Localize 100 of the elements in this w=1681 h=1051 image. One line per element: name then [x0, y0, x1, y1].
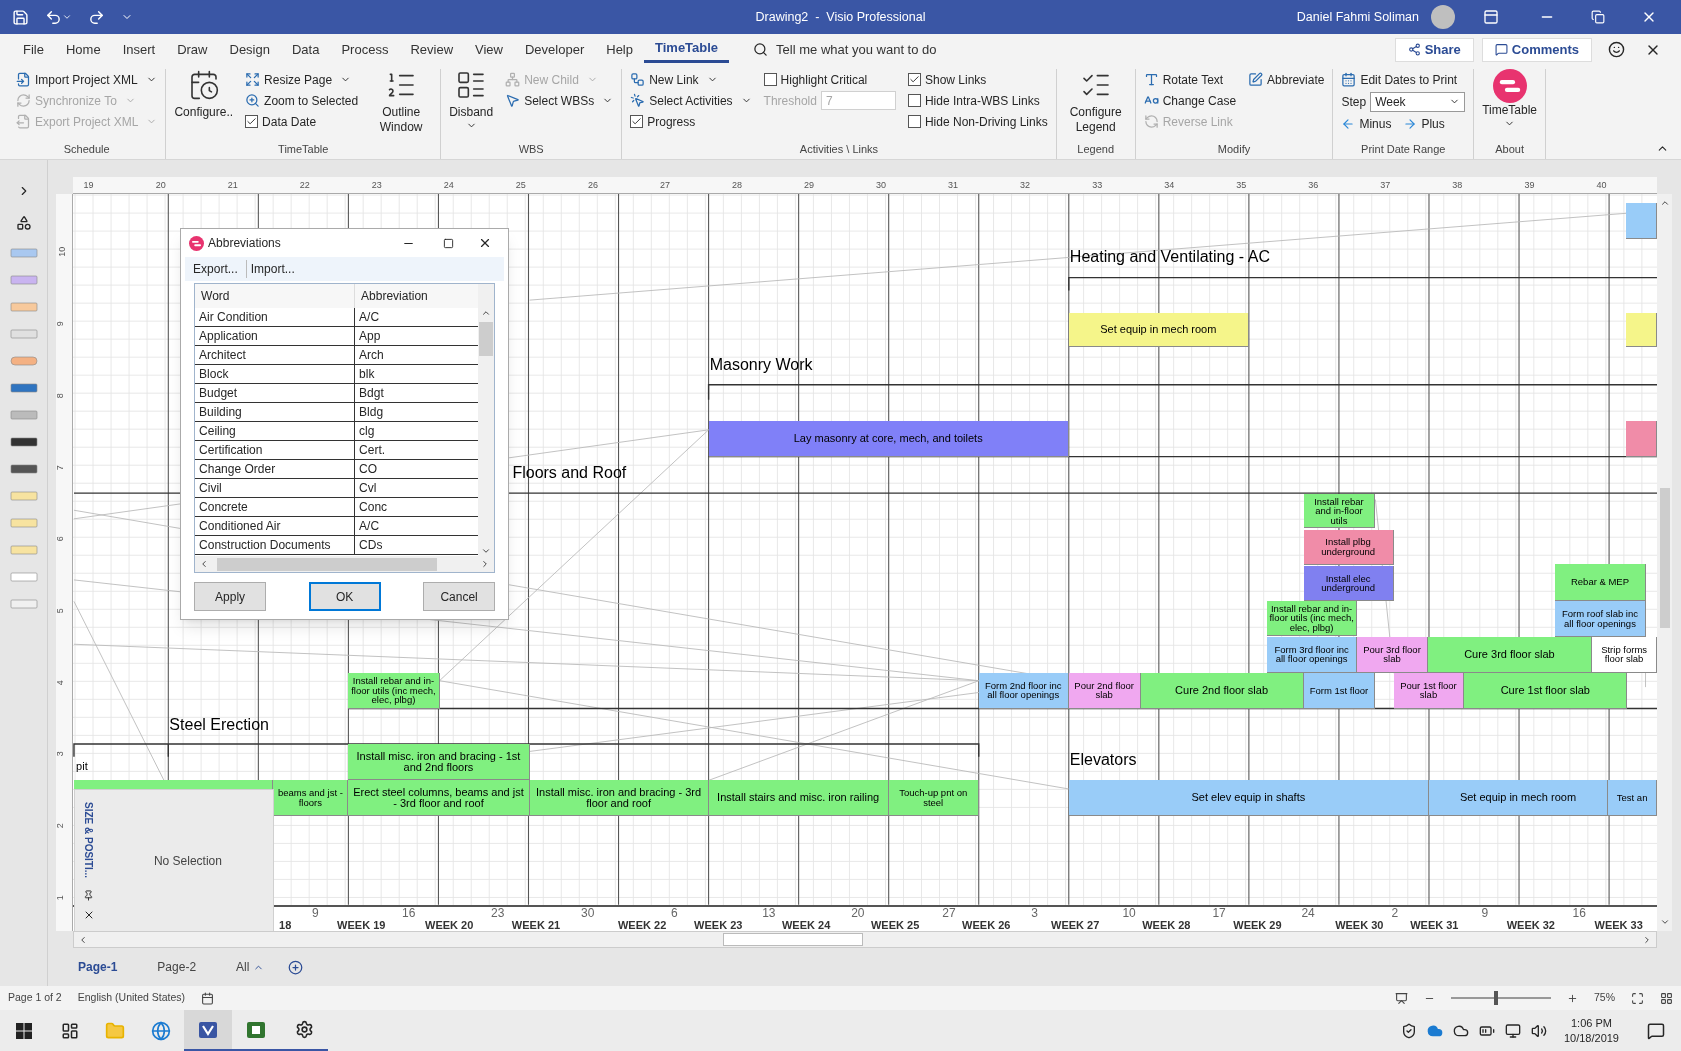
dialog-button[interactable]: Apply [194, 582, 267, 612]
presentation-icon[interactable] [1395, 991, 1408, 1005]
toolbar-button[interactable]: Import... [245, 260, 299, 279]
step-button[interactable]: Plus [1403, 114, 1445, 133]
ribbon-checkbox[interactable]: Show Links [903, 69, 1052, 90]
dialog-button[interactable]: Cancel [423, 582, 496, 612]
avatar[interactable] [1431, 5, 1455, 29]
ribbon-button[interactable]: Zoom to Selected [241, 90, 363, 111]
ribbon-tab[interactable]: Data [280, 36, 331, 63]
scroll-left-icon[interactable] [78, 934, 88, 945]
column-header[interactable]: Abbreviation [355, 284, 479, 309]
browser-icon[interactable] [151, 1020, 171, 1041]
smiley-icon[interactable] [1608, 41, 1625, 58]
network-icon[interactable] [1504, 1022, 1521, 1039]
pin-icon[interactable] [83, 889, 95, 901]
share-button[interactable]: Share [1394, 37, 1474, 62]
ribbon-tab[interactable]: Design [218, 36, 281, 63]
ribbon-tab[interactable]: Home [54, 36, 112, 63]
restore-icon[interactable] [1591, 10, 1605, 24]
ribbon-checkbox[interactable]: Data Date [241, 111, 363, 132]
comments-button[interactable]: Comments [1481, 37, 1592, 62]
step-select[interactable]: Week [1370, 91, 1466, 112]
ribbon-tab[interactable]: Help [595, 36, 644, 63]
ribbon-checkbox[interactable]: Highlight Critical [759, 69, 900, 90]
page-tab[interactable]: Page-2 [149, 958, 205, 976]
save-icon[interactable] [12, 8, 29, 26]
ribbon-button[interactable]: Select Activities [626, 90, 756, 111]
zoom-in-icon[interactable] [1567, 992, 1578, 1004]
maximize-icon[interactable] [443, 237, 455, 249]
ribbon-tab[interactable]: View [464, 36, 514, 63]
volume-icon[interactable] [1530, 1022, 1547, 1039]
ribbon-large-button[interactable]: Configure.. [170, 69, 238, 120]
caret-icon[interactable] [62, 12, 72, 22]
add-page-icon[interactable] [288, 959, 304, 975]
scroll-down-icon[interactable] [1659, 917, 1670, 927]
ribbon-large-button[interactable]: Disband [445, 69, 498, 131]
ribbon-tab[interactable]: Developer [514, 36, 596, 63]
ribbon-button[interactable]: Abbreviate [1244, 69, 1329, 90]
week-label: WEEK 20 [425, 917, 474, 931]
ribbon-button[interactable]: Edit Dates to Print [1337, 69, 1470, 90]
toolbar-button[interactable]: Export... [189, 260, 242, 279]
ribbon-button[interactable]: Change Case [1139, 90, 1241, 111]
ribbon-checkbox[interactable]: Hide Non-Driving Links [903, 111, 1052, 132]
ruler-label: 22 [299, 179, 310, 192]
scroll-up-icon[interactable] [1659, 198, 1670, 208]
shapes-icon[interactable] [15, 215, 32, 231]
redo-icon[interactable] [88, 8, 105, 26]
scroll-thumb[interactable] [217, 557, 438, 571]
ribbon-tab[interactable]: Draw [166, 36, 219, 63]
shield-icon[interactable] [1400, 1022, 1417, 1039]
page-tab[interactable]: All [228, 958, 273, 976]
ribbon-tab[interactable]: Review [399, 36, 465, 63]
checkbox[interactable] [763, 73, 777, 86]
ribbon-checkbox[interactable]: Progress [626, 111, 756, 132]
fit-page-icon[interactable] [1631, 991, 1644, 1005]
ribbon-large-button[interactable]: Outline Window [366, 69, 437, 135]
scroll-thumb[interactable] [1659, 488, 1670, 628]
ribbon-tab[interactable]: File [12, 36, 55, 63]
ribbon-button[interactable]: Resize Page [241, 69, 363, 90]
checkbox[interactable] [907, 115, 921, 128]
search-field[interactable]: Tell me what you want to do [776, 39, 1017, 60]
checkbox[interactable] [630, 115, 644, 128]
ribbon-tab[interactable]: Insert [111, 36, 167, 63]
zoom-thumb[interactable] [1494, 991, 1499, 1005]
ribbon-large-button[interactable]: Configure Legend [1060, 69, 1131, 135]
ribbon-button[interactable]: Select WBSs [501, 90, 618, 111]
ribbon-tab[interactable]: Process [330, 36, 400, 63]
stencil-shape-icon[interactable] [9, 437, 38, 447]
scroll-thumb[interactable] [479, 322, 494, 357]
dialog-button[interactable]: OK [308, 582, 381, 612]
column-header[interactable]: Word [195, 284, 356, 309]
undo-icon[interactable] [45, 8, 62, 26]
page-tab[interactable]: Page-1 [70, 958, 126, 976]
settings-icon[interactable] [294, 1020, 314, 1039]
ribbon-checkbox[interactable]: Hide Intra-WBS Links [903, 90, 1052, 111]
stencil-shape-icon[interactable] [9, 464, 38, 474]
task-view-icon[interactable] [61, 1021, 79, 1040]
vertical-scrollbar[interactable] [478, 284, 495, 557]
checkbox[interactable] [245, 115, 259, 128]
step-button[interactable]: Minus [1341, 114, 1392, 133]
ribbon-button[interactable]: Rotate Text [1139, 69, 1241, 90]
clock[interactable]: 1:06 PM 10/18/2019 [1563, 1015, 1619, 1046]
ribbon-button[interactable]: New Link [626, 69, 756, 90]
checkbox[interactable] [907, 94, 921, 107]
ribbon-button[interactable]: Import Project XML [12, 69, 162, 90]
zoom-slider[interactable] [1451, 991, 1551, 1005]
task-bar: Cure 3rd floor slab [1427, 636, 1592, 674]
calendar-icon[interactable] [201, 991, 215, 1005]
ribbon-large-button[interactable]: TimeTable [1478, 69, 1542, 129]
notifications-icon[interactable] [1647, 1021, 1665, 1040]
vertical-scrollbar[interactable] [1657, 194, 1672, 931]
ruler-label: 28 [731, 179, 742, 192]
ribbon-display-icon[interactable] [1483, 9, 1499, 25]
horizontal-scrollbar[interactable] [73, 931, 1657, 948]
horizontal-scrollbar[interactable] [195, 556, 495, 573]
switch-windows-icon[interactable] [1660, 991, 1673, 1005]
scroll-right-icon[interactable] [1642, 934, 1652, 945]
scroll-thumb[interactable] [723, 933, 863, 946]
windows-start-icon[interactable] [16, 1022, 32, 1039]
checkbox[interactable] [907, 73, 921, 86]
